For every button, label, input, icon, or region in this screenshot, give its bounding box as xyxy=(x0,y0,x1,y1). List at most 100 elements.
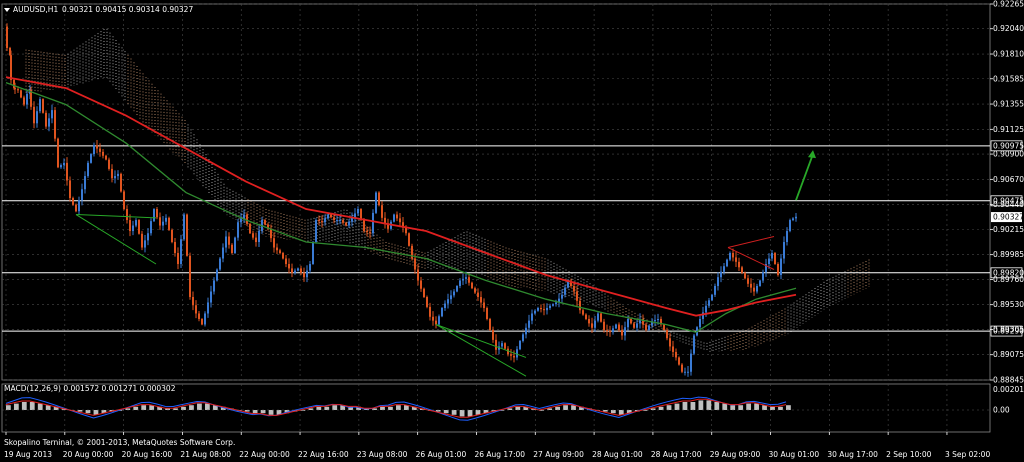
candle-bear xyxy=(276,247,278,251)
price-tick-label: 0.91810 xyxy=(993,50,1024,59)
candle-bear xyxy=(228,236,230,245)
macd-hist-bar xyxy=(770,406,775,410)
candle-bull xyxy=(207,302,209,314)
candle-bear xyxy=(108,159,110,169)
candle-bear xyxy=(57,138,59,168)
candle-bear xyxy=(42,99,44,113)
candle-bear xyxy=(678,357,680,365)
candle-bull xyxy=(561,294,563,299)
price-tick-label: 0.90670 xyxy=(993,175,1024,184)
candle-bear xyxy=(303,272,305,278)
macd-hist-bar xyxy=(515,406,521,410)
candle-bull xyxy=(534,310,536,314)
candle-bull xyxy=(684,371,686,373)
candle-bull xyxy=(456,286,458,292)
candle-bear xyxy=(483,302,485,308)
macd-hist-bar xyxy=(786,405,791,410)
candle-bear xyxy=(609,331,611,333)
candle-bull xyxy=(237,222,239,238)
candle-bull xyxy=(519,340,521,350)
candle-bull xyxy=(636,323,638,328)
macd-hist-bar xyxy=(204,403,210,410)
candle-bull xyxy=(153,209,155,222)
candle-bear xyxy=(291,268,293,273)
candle-bear xyxy=(54,110,56,139)
candle-bear xyxy=(33,106,35,124)
copyright-text: Skopalino Terninal, © 2001-2013, MetaQuo… xyxy=(4,438,235,447)
candle-bear xyxy=(288,264,290,269)
candle-bear xyxy=(489,318,491,330)
candle-bear xyxy=(744,272,746,279)
candle-bull xyxy=(147,233,149,241)
candle-bull xyxy=(114,176,116,179)
candle-bear xyxy=(126,209,128,221)
candle-bull xyxy=(693,335,695,354)
macd-hist-bar xyxy=(555,406,560,410)
macd-hist-bar xyxy=(388,406,393,410)
time-tick-label: 3 Sep 02:00 xyxy=(945,450,991,459)
candle-bear xyxy=(618,324,620,330)
candle-bear xyxy=(177,253,179,265)
candle-bull xyxy=(309,264,311,271)
price-tick-label: 0.88845 xyxy=(993,376,1024,385)
candle-bull xyxy=(516,349,518,358)
macd-hist-bar xyxy=(714,402,720,410)
macd-hist-bar xyxy=(324,406,330,410)
candle-bull xyxy=(690,353,692,372)
candle-bull xyxy=(462,278,464,281)
candle-bear xyxy=(492,329,494,340)
candle-bull xyxy=(90,154,92,163)
symbol-label: AUDUSD,H1 xyxy=(13,5,58,14)
candle-bull xyxy=(180,239,182,265)
macd-axis-label: 0.002013 xyxy=(993,385,1024,394)
price-tick-label: 0.89075 xyxy=(993,350,1024,359)
candle-bull xyxy=(447,299,449,304)
candle-bull xyxy=(615,324,617,329)
candle-bull xyxy=(150,221,152,234)
candle-bull xyxy=(444,303,446,308)
price-tick-label: 0.89985 xyxy=(993,250,1024,259)
macd-hist-bar xyxy=(730,405,736,410)
candle-bull xyxy=(348,221,350,226)
macd-hist-bar xyxy=(754,403,759,410)
time-tick-label: 29 Aug 09:00 xyxy=(710,450,761,459)
candle-bear xyxy=(141,233,143,248)
candle-bull xyxy=(459,280,461,286)
candle-bear xyxy=(123,191,125,210)
candle-bear xyxy=(486,307,488,319)
candle-bear xyxy=(168,217,170,230)
candle-bull xyxy=(162,221,164,226)
candle-bull xyxy=(549,305,551,308)
macd-hist-bar xyxy=(666,405,672,410)
candle-bear xyxy=(732,253,734,258)
candle-bull xyxy=(726,259,728,267)
candle-bull xyxy=(312,242,314,265)
macd-hist-bar xyxy=(451,410,457,415)
candle-bear xyxy=(246,214,248,224)
candle-bull xyxy=(39,99,41,112)
candle-bull xyxy=(525,327,527,335)
price-tick-label: 0.89760 xyxy=(993,275,1024,284)
candle-bull xyxy=(183,214,185,240)
time-tick-label: 30 Aug 01:00 xyxy=(769,450,820,459)
candle-bull xyxy=(393,214,395,222)
macd-hist-bar xyxy=(29,402,35,410)
price-tick-label: 0.92265 xyxy=(993,0,1024,9)
candle-bull xyxy=(240,218,242,223)
candle-bull xyxy=(93,145,95,155)
candle-bear xyxy=(585,314,587,319)
candle-bear xyxy=(282,253,284,259)
price-chart[interactable]: 0.909750.904750.898200.892900.90327 0.00… xyxy=(0,0,1024,462)
candle-bear xyxy=(105,155,107,160)
macd-hist-bar xyxy=(674,403,680,410)
candle-bull xyxy=(63,162,65,166)
candle-bear xyxy=(477,292,479,297)
time-tick-label: 23 Aug 08:00 xyxy=(357,450,408,459)
candle-bear xyxy=(603,321,605,330)
macd-label: MACD(12,26,9) 0.001572 0.001271 0.000302 xyxy=(4,384,176,393)
candle-bear xyxy=(192,296,194,306)
candle-bull xyxy=(780,258,782,276)
macd-hist-bar xyxy=(332,405,338,410)
candle-bear xyxy=(273,238,275,248)
candle-bull xyxy=(375,192,377,213)
